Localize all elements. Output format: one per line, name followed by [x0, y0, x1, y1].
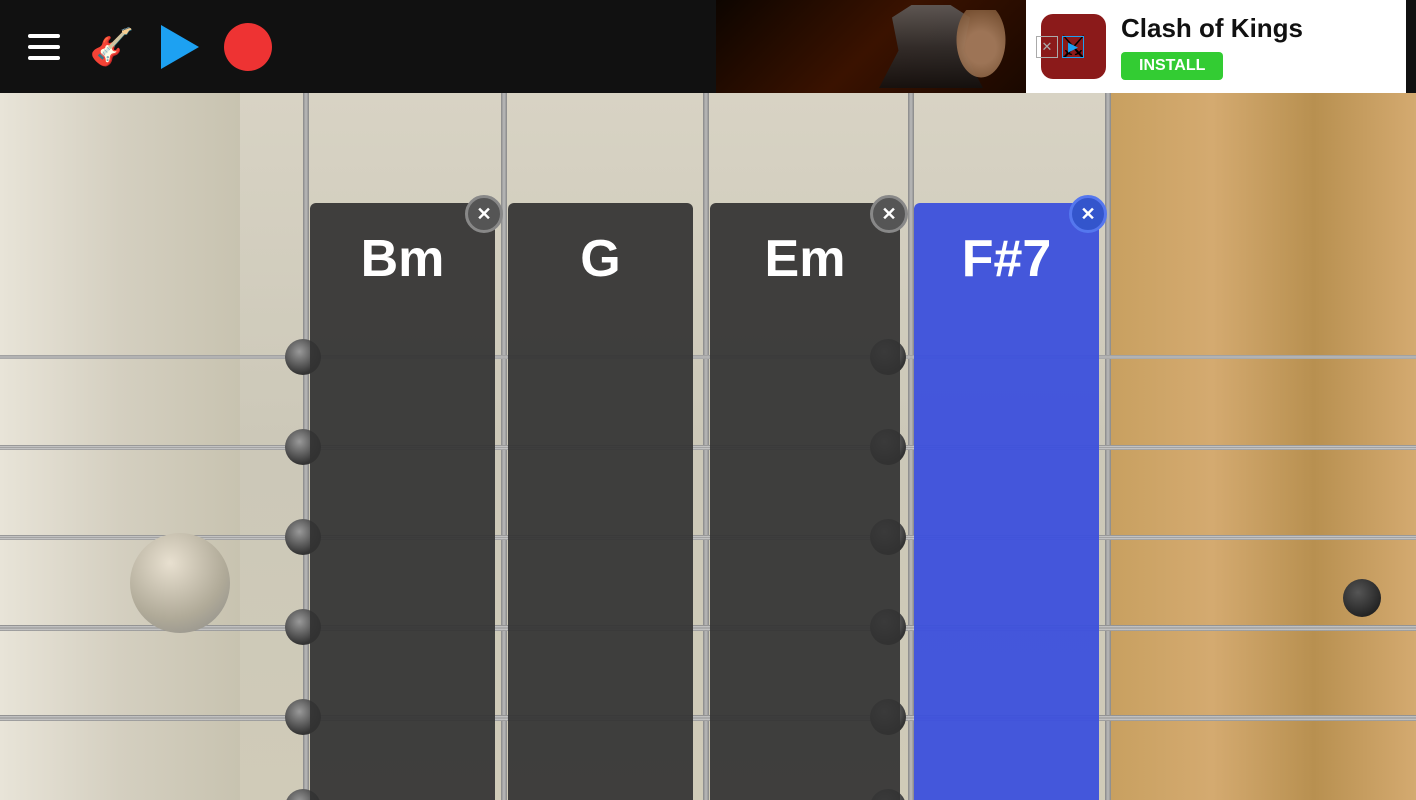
ad-image [716, 0, 1026, 93]
chord-bm[interactable]: ✕ Bm [310, 203, 495, 800]
string-3 [0, 535, 1416, 540]
ad-game-title: Clash of Kings [1121, 13, 1303, 44]
chord-f7[interactable]: ✕ F#7 [914, 203, 1099, 800]
chord-em-close[interactable]: ✕ [870, 195, 908, 233]
guitar-button[interactable]: 🎸 [88, 23, 136, 71]
string-5 [0, 715, 1416, 721]
string-2 [0, 445, 1416, 450]
neck-dot [1343, 579, 1381, 617]
ad-close-area: ✕ ▶ [1036, 36, 1084, 58]
chord-f7-close[interactable]: ✕ [1069, 195, 1107, 233]
play-button[interactable] [156, 23, 204, 71]
hamburger-icon [28, 34, 60, 60]
topbar: 🎸 ✕ ▶ ⚔ Clash of Kings INSTALL [0, 0, 1416, 93]
string-4 [0, 625, 1416, 631]
menu-button[interactable] [20, 23, 68, 71]
ad-install-button[interactable]: INSTALL [1121, 52, 1223, 80]
guitar-main: ✕ Bm G ✕ Em ✕ F#7 [0, 93, 1416, 800]
chord-em[interactable]: ✕ Em [710, 203, 900, 800]
chord-bm-close[interactable]: ✕ [465, 195, 503, 233]
play-icon [161, 25, 199, 69]
record-button[interactable] [224, 23, 272, 71]
topbar-left: 🎸 [0, 23, 272, 71]
chord-g-label: G [508, 203, 693, 305]
nut-knob [130, 533, 230, 633]
ad-text-col: Clash of Kings INSTALL [1121, 13, 1303, 80]
record-icon [224, 23, 272, 71]
guitar-icon: 🎸 [90, 26, 135, 68]
ad-close-button[interactable]: ✕ [1036, 36, 1058, 58]
ad-arrow-button[interactable]: ▶ [1062, 36, 1084, 58]
ad-banner: ✕ ▶ ⚔ Clash of Kings INSTALL [716, 0, 1416, 93]
chord-g[interactable]: G [508, 203, 693, 800]
string-1 [0, 355, 1416, 359]
